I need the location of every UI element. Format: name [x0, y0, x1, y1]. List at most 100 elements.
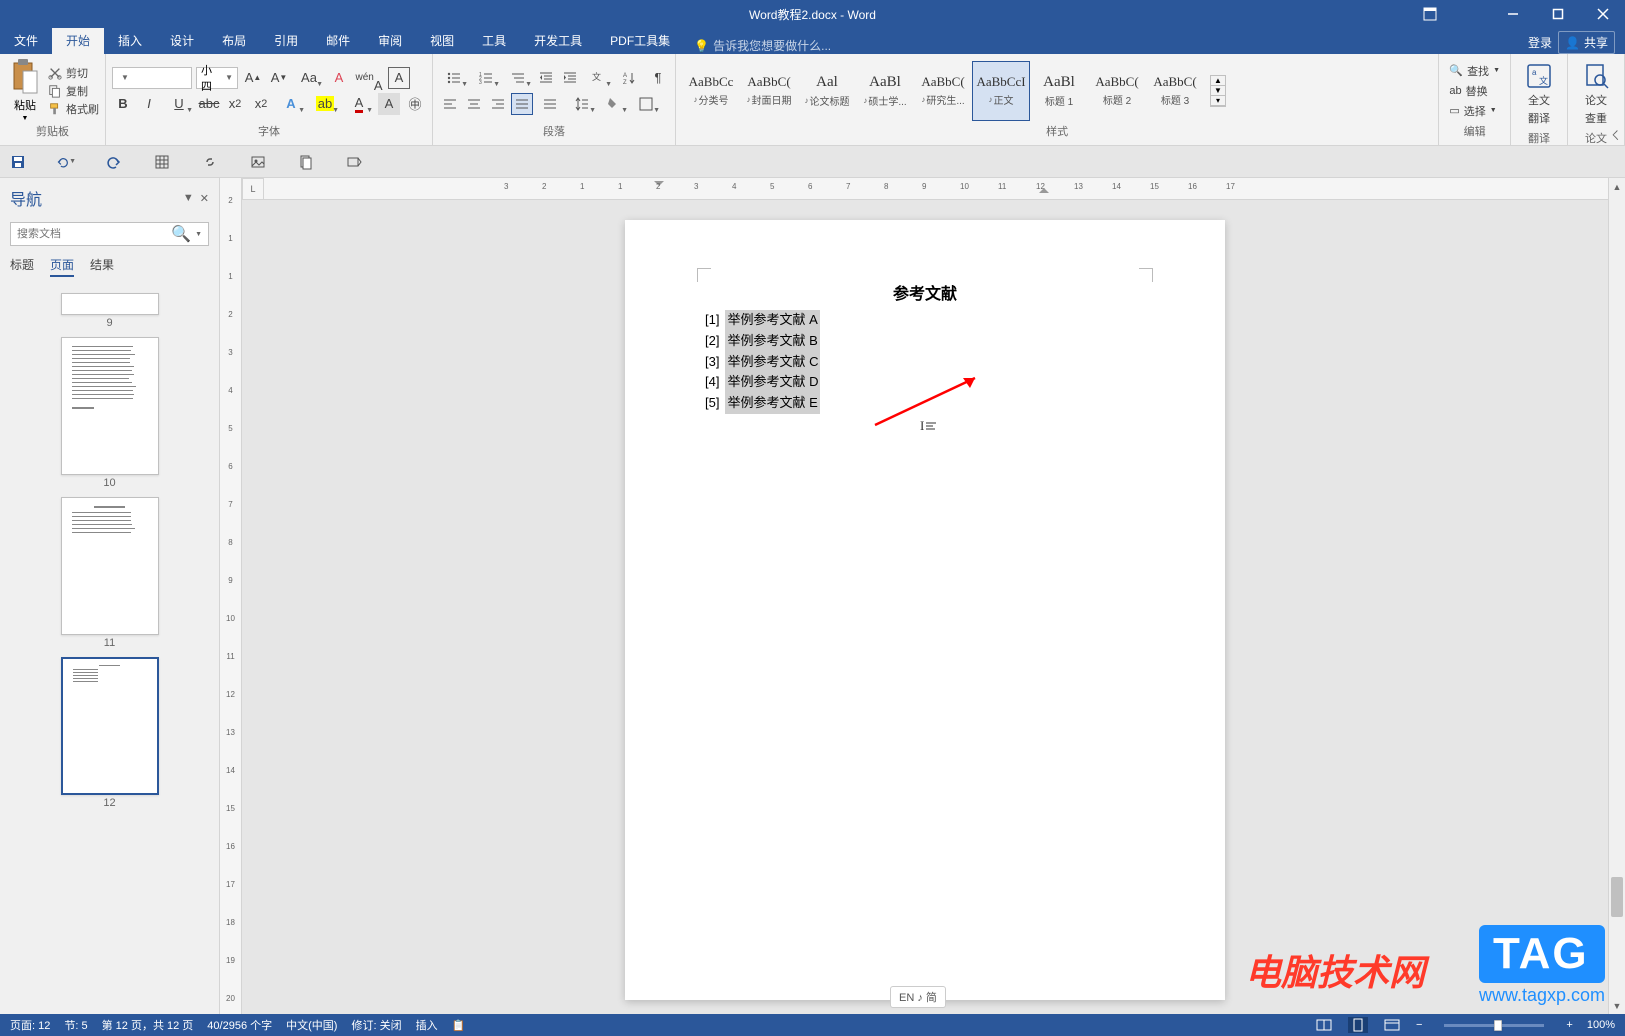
- find-button[interactable]: 🔍查找▼: [1445, 62, 1504, 80]
- change-case-button[interactable]: Aa▼: [294, 67, 324, 89]
- borders-button[interactable]: ▼: [631, 93, 661, 115]
- sort-button[interactable]: AZ: [615, 67, 645, 89]
- picture-button[interactable]: [248, 152, 268, 172]
- strikethrough-button[interactable]: abc: [198, 93, 220, 115]
- show-marks-button[interactable]: ¶: [647, 67, 669, 89]
- style-item-1[interactable]: AaBbC(♪封面日期: [740, 61, 798, 121]
- zoom-out-button[interactable]: −: [1416, 1019, 1422, 1031]
- align-left-button[interactable]: [439, 93, 461, 115]
- translate-button[interactable]: a文 全文 翻译: [1517, 58, 1561, 130]
- save-button[interactable]: [8, 152, 28, 172]
- line-spacing-button[interactable]: ▼: [567, 93, 597, 115]
- styles-down-icon[interactable]: ▼: [1211, 86, 1225, 96]
- tab-home[interactable]: 开始: [52, 27, 104, 54]
- tab-developer[interactable]: 开发工具: [520, 27, 596, 54]
- underline-button[interactable]: U▼: [164, 93, 194, 115]
- text-effects-button[interactable]: A▼: [276, 93, 306, 115]
- align-justify-button[interactable]: [511, 93, 533, 115]
- vertical-ruler[interactable]: 211234567891011121314151617181920: [220, 178, 242, 1014]
- font-color-button[interactable]: A▼: [344, 93, 374, 115]
- char-border-button[interactable]: A: [388, 67, 410, 89]
- tab-file[interactable]: 文件: [0, 27, 52, 54]
- font-size-select[interactable]: 小四▼: [196, 67, 238, 89]
- status-lang[interactable]: 中文(中国): [286, 1017, 337, 1033]
- style-item-4[interactable]: AaBbC(♪研究生...: [914, 61, 972, 121]
- reference-item[interactable]: [5] 举例参考文献 E: [705, 393, 1145, 414]
- thumbnail-page-11[interactable]: [61, 497, 159, 635]
- font-family-select[interactable]: ▼: [112, 67, 192, 89]
- thumbnail-page-10[interactable]: [61, 337, 159, 475]
- increase-indent-button[interactable]: [559, 67, 581, 89]
- collapse-ribbon-button[interactable]: ㄑ: [1610, 127, 1621, 143]
- nav-search-input[interactable]: [17, 228, 171, 240]
- nav-close-icon[interactable]: ✕: [200, 192, 209, 205]
- decrease-indent-button[interactable]: [535, 67, 557, 89]
- style-item-3[interactable]: AaBl♪硕士学...: [856, 61, 914, 121]
- zoom-slider[interactable]: [1444, 1024, 1544, 1027]
- styles-scroll[interactable]: ▲ ▼ ▾: [1210, 75, 1226, 107]
- close-button[interactable]: [1580, 0, 1625, 28]
- style-item-8[interactable]: AaBbC(标题 3: [1146, 61, 1204, 121]
- style-item-6[interactable]: AaBl标题 1: [1030, 61, 1088, 121]
- minimize-button[interactable]: [1490, 0, 1535, 28]
- link-button[interactable]: [200, 152, 220, 172]
- nav-tab-headings[interactable]: 标题: [10, 256, 34, 277]
- status-insert[interactable]: 插入: [416, 1017, 438, 1033]
- redo-button[interactable]: [104, 152, 124, 172]
- align-center-button[interactable]: [463, 93, 485, 115]
- tab-pdf[interactable]: PDF工具集: [596, 27, 684, 54]
- nav-search-box[interactable]: 🔍▼: [10, 222, 209, 246]
- reference-item[interactable]: [1] 举例参考文献 A: [705, 310, 1145, 331]
- tab-tools[interactable]: 工具: [468, 27, 520, 54]
- grow-font-button[interactable]: A▲: [242, 67, 264, 89]
- italic-button[interactable]: I: [138, 93, 160, 115]
- multilevel-list-button[interactable]: ▼: [503, 67, 533, 89]
- share-button[interactable]: 👤 共享: [1558, 31, 1615, 54]
- style-item-0[interactable]: AaBbCc♪分类号: [682, 61, 740, 121]
- tell-me-hint[interactable]: 💡 告诉我您想要做什么...: [684, 37, 841, 54]
- tab-layout[interactable]: 布局: [208, 27, 260, 54]
- paste-button[interactable]: 粘贴 ▼: [6, 59, 44, 122]
- subscript-button[interactable]: x2: [224, 93, 246, 115]
- bullets-button[interactable]: ▼: [439, 67, 469, 89]
- status-page-of[interactable]: 第 12 页，共 12 页: [102, 1017, 194, 1033]
- more-button[interactable]: [344, 152, 364, 172]
- status-page[interactable]: 页面: 12: [10, 1017, 50, 1033]
- copy-button[interactable]: 复制: [48, 83, 99, 99]
- reference-item[interactable]: [2] 举例参考文献 B: [705, 331, 1145, 352]
- status-section[interactable]: 节: 5: [64, 1017, 87, 1033]
- reference-item[interactable]: [4] 举例参考文献 D: [705, 372, 1145, 393]
- status-track[interactable]: 修订: 关闭: [351, 1017, 401, 1033]
- table-button[interactable]: [152, 152, 172, 172]
- bold-button[interactable]: B: [112, 93, 134, 115]
- document-scroll[interactable]: L 3211234567891011121314151617 参考文献 [1] …: [242, 178, 1608, 1014]
- styles-more-icon[interactable]: ▾: [1211, 96, 1225, 106]
- thumbnail-page-9[interactable]: [61, 293, 159, 315]
- tab-insert[interactable]: 插入: [104, 27, 156, 54]
- ime-indicator[interactable]: EN ♪ 简: [890, 986, 946, 1008]
- char-shading-button[interactable]: A: [378, 93, 400, 115]
- style-item-7[interactable]: AaBbC(标题 2: [1088, 61, 1146, 121]
- read-mode-button[interactable]: [1314, 1017, 1334, 1033]
- status-extra-icon[interactable]: 📋: [452, 1019, 466, 1032]
- scroll-thumb[interactable]: [1611, 877, 1623, 917]
- nav-search-button[interactable]: 🔍▼: [171, 224, 202, 244]
- web-layout-button[interactable]: [1382, 1017, 1402, 1033]
- cut-button[interactable]: 剪切: [48, 65, 99, 81]
- tab-mailings[interactable]: 邮件: [312, 27, 364, 54]
- tab-references[interactable]: 引用: [260, 27, 312, 54]
- style-item-2[interactable]: Aal♪论文标题: [798, 61, 856, 121]
- scroll-track[interactable]: [1609, 195, 1625, 997]
- shading-button[interactable]: ▼: [599, 93, 629, 115]
- superscript-button[interactable]: x2: [250, 93, 272, 115]
- undo-button[interactable]: ▼: [56, 152, 76, 172]
- thumbnail-page-12[interactable]: [61, 657, 159, 795]
- login-link[interactable]: 登录: [1528, 34, 1552, 51]
- format-painter-button[interactable]: 格式刷: [48, 101, 99, 117]
- nav-tab-pages[interactable]: 页面: [50, 256, 74, 277]
- enclose-char-button[interactable]: ㊥: [404, 93, 426, 115]
- select-button[interactable]: ▭选择▼: [1445, 102, 1504, 120]
- tab-design[interactable]: 设计: [156, 27, 208, 54]
- scroll-down-icon[interactable]: ▼: [1609, 997, 1625, 1014]
- zoom-level[interactable]: 100%: [1587, 1019, 1615, 1031]
